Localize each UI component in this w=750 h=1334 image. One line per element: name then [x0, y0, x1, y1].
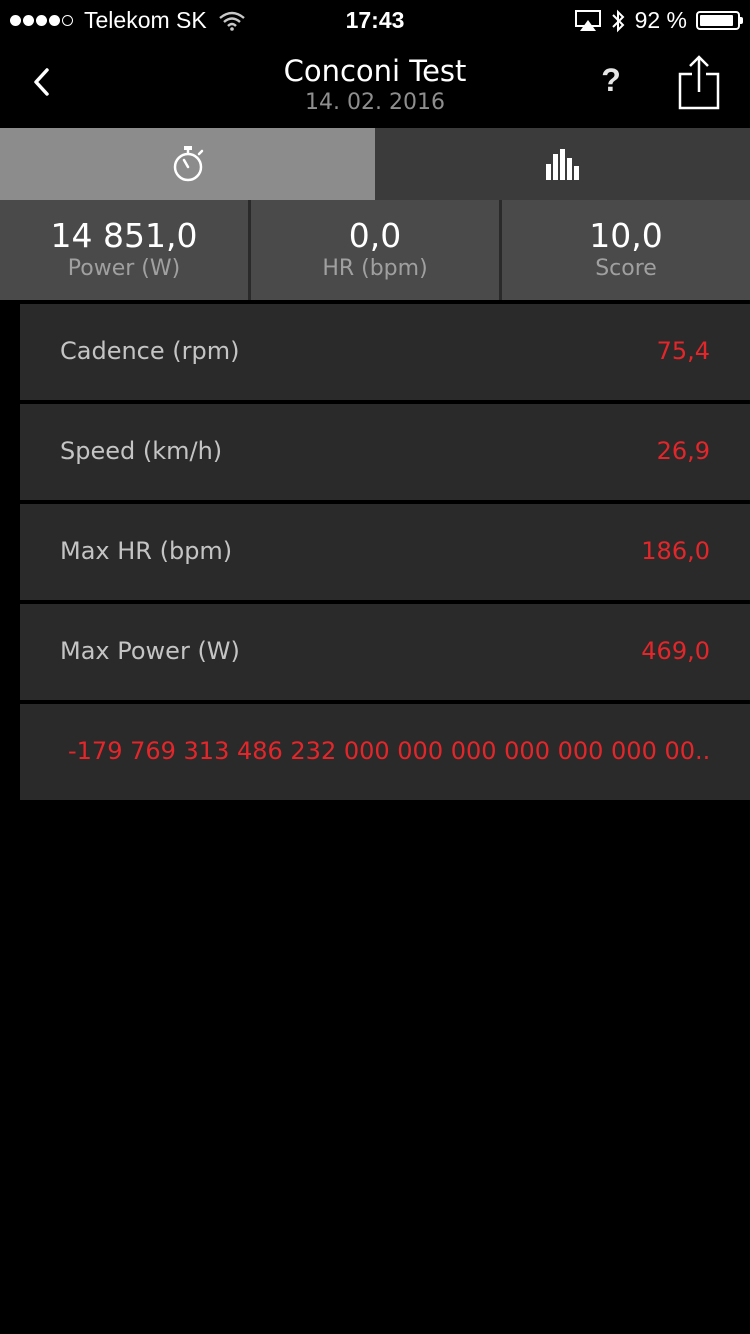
row-label: Max Power (W) — [60, 637, 240, 665]
row-value: 186,0 — [641, 537, 710, 565]
status-bar: Telekom SK 17:43 92 % — [0, 0, 750, 40]
summary-hr: 0,0 HR (bpm) — [251, 200, 502, 300]
summary-label: Score — [595, 256, 657, 281]
airplay-icon — [574, 9, 601, 31]
row-label: Max HR (bpm) — [60, 537, 233, 565]
summary-value: 10,0 — [589, 216, 663, 255]
overflow-value: -179 769 313 486 232 000 000 000 000 000… — [68, 737, 708, 765]
tab-chart[interactable] — [375, 128, 750, 200]
page-title: Conconi Test — [283, 54, 467, 88]
summary-value: 14 851,0 — [50, 216, 198, 255]
status-right: 92 % — [566, 7, 743, 34]
list-item-overflow-value: -179 769 313 486 232 000 000 000 000 000… — [20, 704, 750, 800]
navigation-bar: Conconi Test 14. 02. 2016 ? — [0, 40, 750, 128]
row-value: 469,0 — [641, 637, 710, 665]
list-item-speed: Speed (km/h) 26,9 — [20, 404, 750, 500]
bar-chart-icon — [545, 149, 579, 180]
list-item-max-power: Max Power (W) 469,0 — [20, 604, 750, 700]
summary-power: 14 851,0 Power (W) — [0, 200, 251, 300]
battery-percent: 92 % — [634, 7, 687, 33]
row-value: 75,4 — [656, 337, 710, 365]
share-icon — [678, 55, 720, 110]
battery-cap — [740, 17, 743, 24]
bluetooth-icon — [611, 9, 624, 32]
tab-stopwatch[interactable] — [0, 128, 375, 200]
row-label: Speed (km/h) — [60, 437, 223, 465]
summary-label: HR (bpm) — [322, 256, 428, 281]
battery-fill — [700, 15, 734, 26]
tab-bar — [0, 128, 750, 200]
summary-value: 0,0 — [348, 216, 402, 255]
summary-stats: 14 851,0 Power (W) 0,0 HR (bpm) 10,0 Sco… — [0, 200, 750, 300]
battery-icon — [696, 11, 743, 30]
list-item-cadence: Cadence (rpm) 75,4 — [20, 304, 750, 400]
summary-score: 10,0 Score — [502, 200, 750, 300]
help-button[interactable]: ? — [594, 62, 628, 102]
row-label: Cadence (rpm) — [60, 337, 240, 365]
summary-label: Power (W) — [67, 256, 181, 281]
share-button[interactable] — [676, 54, 722, 110]
row-value: 26,9 — [656, 437, 710, 465]
stopwatch-icon — [173, 146, 203, 182]
page-date: 14. 02. 2016 — [305, 90, 445, 115]
list-item-max-hr: Max HR (bpm) 186,0 — [20, 504, 750, 600]
stats-list: Cadence (rpm) 75,4 Speed (km/h) 26,9 Max… — [20, 304, 750, 804]
